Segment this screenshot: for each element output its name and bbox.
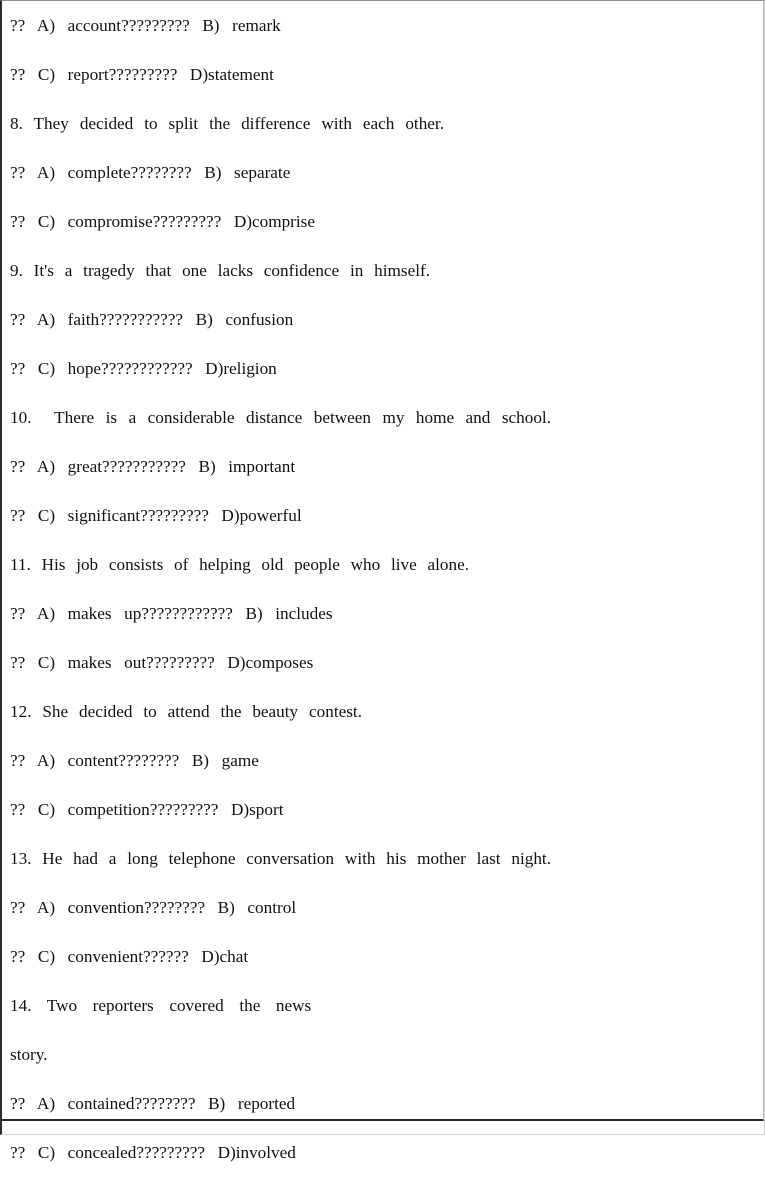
option-line-q7-cd: ?? C) report????????? D)statement	[10, 65, 274, 84]
option-line-q14-cd: ?? C) concealed????????? D)involved	[10, 1143, 296, 1162]
option-line-q7-ab: ?? A) account????????? B) remark	[10, 16, 281, 35]
option-line-q8-cd: ?? C) compromise????????? D)comprise	[10, 212, 315, 231]
question-stem-9: 9. It's a tragedy that one lacks confide…	[10, 261, 430, 280]
question-stem-8: 8. They decided to split the difference …	[10, 114, 444, 133]
document-body: ?? A) account????????? B) remark ?? C) r…	[10, 1, 750, 1177]
option-line-q9-cd: ?? C) hope???????????? D)religion	[10, 359, 277, 378]
question-stem-14: 14. Two reporters covered the news story…	[10, 996, 327, 1064]
question-stem-13: 13. He had a long telephone conversation…	[10, 849, 551, 868]
option-line-q9-ab: ?? A) faith??????????? B) confusion	[10, 310, 294, 329]
option-line-q12-ab: ?? A) content???????? B) game	[10, 751, 259, 770]
question-stem-10: 10. There is a considerable distance bet…	[10, 408, 551, 427]
page-frame: ?? A) account????????? B) remark ?? C) r…	[0, 0, 765, 1162]
question-stem-12: 12. She decided to attend the beauty con…	[10, 702, 362, 721]
option-line-q11-cd: ?? C) makes out????????? D)composes	[10, 653, 314, 672]
option-line-q11-ab: ?? A) makes up???????????? B) includes	[10, 604, 333, 623]
option-line-q13-cd: ?? C) convenient?????? D)chat	[10, 947, 249, 966]
question-stem-11: 11. His job consists of helping old peop…	[10, 555, 469, 574]
option-line-q13-ab: ?? A) convention???????? B) control	[10, 898, 297, 917]
option-line-q8-ab: ?? A) complete???????? B) separate	[10, 163, 291, 182]
option-line-q14-ab: ?? A) contained???????? B) reported	[10, 1094, 296, 1113]
option-line-q10-cd: ?? C) significant????????? D)powerful	[10, 506, 302, 525]
document-text-cell: ?? A) account????????? B) remark ?? C) r…	[2, 1, 764, 1162]
option-line-q12-cd: ?? C) competition????????? D)sport	[10, 800, 284, 819]
option-line-q10-ab: ?? A) great??????????? B) important	[10, 457, 296, 476]
